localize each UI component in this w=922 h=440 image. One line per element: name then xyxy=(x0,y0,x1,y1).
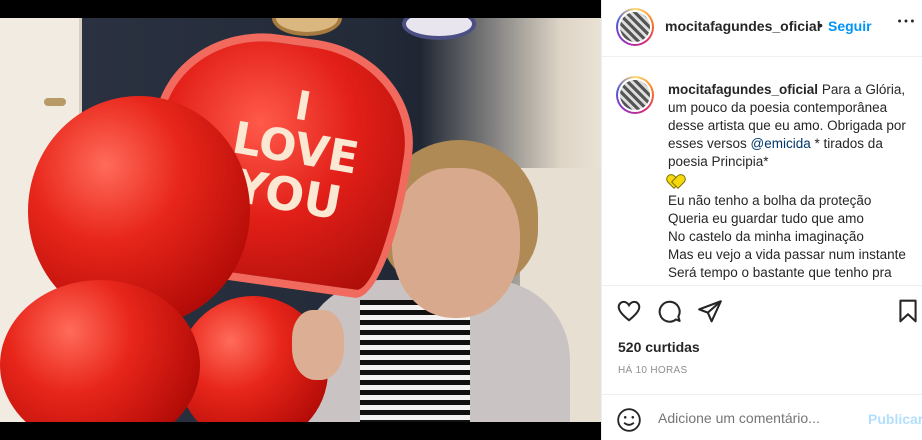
follow-button[interactable]: Seguir xyxy=(828,18,872,34)
avatar-image xyxy=(620,12,650,42)
wall-plate xyxy=(272,18,342,36)
striped-shirt xyxy=(360,300,470,422)
caption-avatar[interactable] xyxy=(616,76,654,114)
woman-hand xyxy=(292,310,344,380)
heart-icon[interactable] xyxy=(616,298,642,324)
share-icon[interactable] xyxy=(697,298,723,324)
poem-line: Será tempo o bastante que tenho pra xyxy=(668,265,892,280)
header-username[interactable]: mocitafagundes_oficial xyxy=(665,18,821,34)
comment-box: Publicar xyxy=(602,394,922,440)
more-options-icon[interactable] xyxy=(895,10,917,37)
caption-text: mocitafagundes_oficial Para a Glória, um… xyxy=(668,81,920,282)
poem-line: Mas eu vejo a vida passar num instante xyxy=(668,247,906,262)
action-bar xyxy=(602,285,922,335)
bookmark-icon[interactable] xyxy=(895,298,921,324)
comment-input[interactable] xyxy=(658,410,858,426)
caption-area: mocitafagundes_oficial Para a Glória, um… xyxy=(602,57,922,285)
post-comment-button[interactable]: Publicar xyxy=(868,411,922,427)
comment-icon[interactable] xyxy=(656,298,682,324)
yellow-heart-icon xyxy=(668,175,682,187)
profile-avatar[interactable] xyxy=(616,8,654,46)
post-photo[interactable]: I LOVE YOU xyxy=(0,18,601,422)
poem-line: No castelo da minha imaginação xyxy=(668,229,864,244)
avatar-image xyxy=(620,80,650,110)
wall-plate xyxy=(402,18,476,40)
separator-dot: • xyxy=(818,17,823,33)
door-handle xyxy=(44,98,66,106)
woman-face xyxy=(392,168,520,318)
emoji-icon[interactable] xyxy=(616,407,642,433)
caption-mention[interactable]: @emicida xyxy=(751,136,811,151)
caption-username[interactable]: mocitafagundes_oficial xyxy=(668,82,818,97)
post-header: mocitafagundes_oficial • Seguir xyxy=(602,0,922,57)
poem-line: Eu não tenho a bolha da proteção xyxy=(668,193,872,208)
likes-count[interactable]: 520 curtidas xyxy=(618,339,700,355)
poem-line: Queria eu guardar tudo que amo xyxy=(668,211,864,226)
post-timestamp[interactable]: HÁ 10 HORAS xyxy=(618,365,687,376)
post-sidebar: mocitafagundes_oficial • Seguir mocitafa… xyxy=(601,0,922,440)
